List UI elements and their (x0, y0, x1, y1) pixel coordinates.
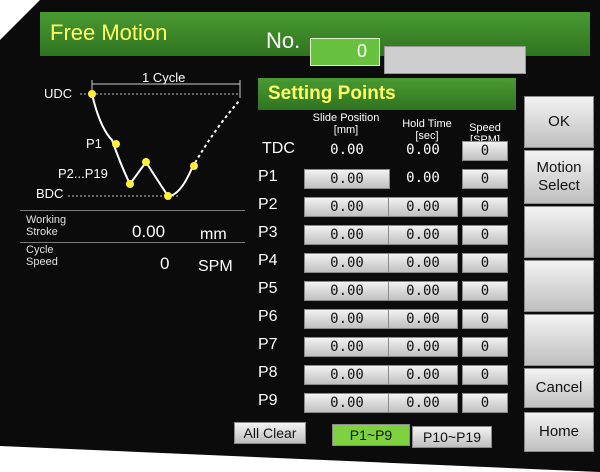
udc-point (88, 90, 96, 98)
row-label: P2 (258, 196, 278, 213)
p4-point (190, 162, 198, 170)
slide-position-cell[interactable]: 0.00 (304, 141, 390, 161)
hold-time-cell[interactable]: 0.00 (388, 197, 458, 217)
row-label: P9 (258, 392, 278, 409)
program-name-field[interactable] (384, 46, 526, 74)
working-stroke-label-2: Stroke (26, 226, 58, 238)
cancel-button[interactable]: Cancel (524, 368, 594, 408)
hold-time-cell[interactable]: 0.00 (388, 141, 458, 161)
row-label: P8 (258, 364, 278, 381)
slide-position-cell[interactable]: 0.00 (304, 365, 390, 385)
speed-cell[interactable]: 0 (462, 365, 508, 385)
row-label: P1 (258, 168, 278, 185)
divider (20, 210, 245, 211)
hmi-screen: Free Motion No. 0 1 Cycle UDC P1 P2...P1… (0, 0, 600, 472)
cycle-speed-unit: SPM (198, 258, 233, 275)
cycle-speed-value: 0 (160, 254, 170, 273)
row-label: P3 (258, 224, 278, 241)
slide-position-header-text: Slide Position (312, 112, 380, 124)
hold-time-cell[interactable]: 0.00 (388, 225, 458, 245)
slide-position-cell[interactable]: 0.00 (304, 337, 390, 357)
p3-point (142, 158, 150, 166)
setting-points-title: Setting Points (258, 78, 516, 110)
row-label: P5 (258, 280, 278, 297)
cycle-speed-label-2: Speed (26, 256, 58, 268)
speed-cell[interactable]: 0 (462, 225, 508, 245)
speed-cell[interactable]: 0 (462, 141, 508, 161)
hold-time-cell[interactable]: 0.00 (388, 393, 458, 413)
speed-cell[interactable]: 0 (462, 281, 508, 301)
divider (20, 242, 245, 243)
speed-cell[interactable]: 0 (462, 337, 508, 357)
hold-time-cell[interactable]: 0.00 (388, 169, 458, 189)
page-p10-p19-tab[interactable]: P10~P19 (412, 426, 492, 448)
row-label: P4 (258, 252, 278, 269)
row-label: P6 (258, 308, 278, 325)
screen-title: Free Motion (50, 20, 168, 45)
hold-time-cell[interactable]: 0.00 (388, 281, 458, 301)
hold-time-cell[interactable]: 0.00 (388, 309, 458, 329)
hold-time-header-text: Hold Time (402, 118, 452, 130)
slide-position-cell[interactable]: 0.00 (304, 169, 390, 189)
p2-point (126, 180, 134, 188)
slide-position-cell[interactable]: 0.00 (304, 225, 390, 245)
speed-cell[interactable]: 0 (462, 197, 508, 217)
p1-point (112, 140, 120, 148)
row-label: TDC (262, 140, 295, 157)
program-number-label: No. (266, 28, 301, 53)
hold-time-cell[interactable]: 0.00 (388, 337, 458, 357)
slide-position-unit: [mm] (333, 124, 359, 136)
slide-position-cell[interactable]: 0.00 (304, 309, 390, 329)
ok-button[interactable]: OK (524, 96, 594, 148)
cycle-label: 1 Cycle (142, 70, 186, 85)
working-stroke-value: 0.00 (132, 222, 166, 241)
hold-time-cell[interactable]: 0.00 (388, 253, 458, 273)
all-clear-button[interactable]: All Clear (234, 422, 306, 444)
hold-time-cell[interactable]: 0.00 (388, 365, 458, 385)
p1-label: P1 (86, 136, 102, 151)
hold-time-header: Hold Time [sec] (392, 118, 462, 142)
speed-cell[interactable]: 0 (462, 393, 508, 413)
blank-button-3[interactable] (524, 314, 594, 366)
slide-position-header: Slide Position [mm] (300, 112, 392, 136)
motion-diagram: 1 Cycle UDC P1 P2...P19 BDC (30, 68, 245, 208)
program-number-field[interactable]: 0 (310, 38, 380, 66)
p2-p19-label: P2...P19 (58, 166, 108, 181)
speed-header-text: Speed (469, 122, 501, 134)
page-p1-p9-tab[interactable]: P1~P9 (332, 424, 410, 446)
slide-position-cell[interactable]: 0.00 (304, 253, 390, 273)
udc-label: UDC (44, 86, 73, 101)
speed-cell[interactable]: 0 (462, 253, 508, 273)
blank-button-2[interactable] (524, 260, 594, 312)
speed-cell[interactable]: 0 (462, 309, 508, 329)
motion-select-button[interactable]: Motion Select (524, 150, 594, 204)
slide-position-cell[interactable]: 0.00 (304, 281, 390, 301)
motion-select-label-1: Motion (536, 159, 582, 176)
row-label: P7 (258, 336, 278, 353)
motion-select-label-2: Select (538, 177, 580, 194)
home-button[interactable]: Home (524, 412, 594, 452)
bdc-label: BDC (36, 186, 64, 201)
slide-position-cell[interactable]: 0.00 (304, 393, 390, 413)
blank-button-1[interactable] (524, 206, 594, 258)
slide-position-cell[interactable]: 0.00 (304, 197, 390, 217)
cycle-speed-label-1: Cycle (26, 244, 54, 256)
working-stroke-label-1: Working (26, 214, 67, 226)
bdc-point (164, 192, 172, 200)
speed-cell[interactable]: 0 (462, 169, 508, 189)
